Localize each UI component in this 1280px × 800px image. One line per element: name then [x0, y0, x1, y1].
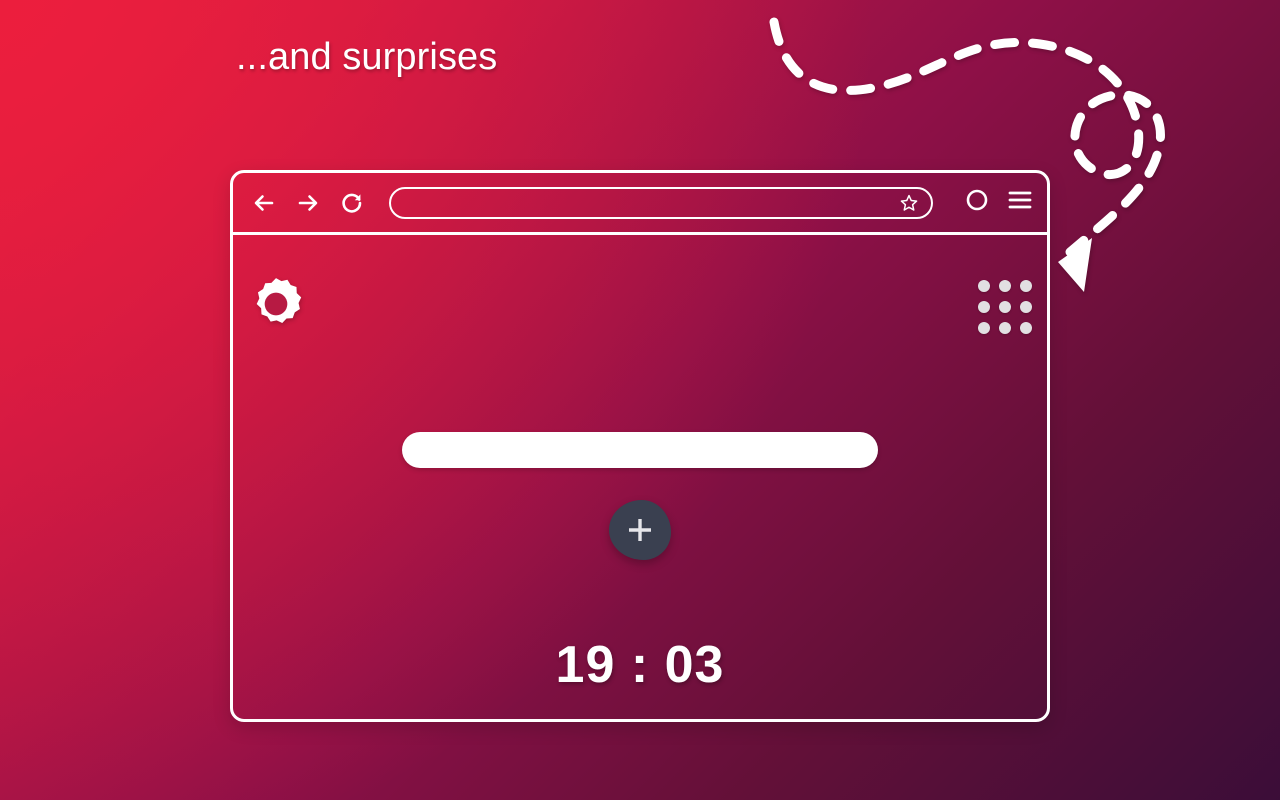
arrowhead [1058, 238, 1092, 292]
grid-dot [1020, 301, 1032, 313]
arrow-right-icon [298, 194, 318, 211]
apps-grid-icon[interactable] [978, 280, 1032, 334]
toolbar-right-group [947, 188, 1033, 217]
browser-window: 19 : 03 [230, 170, 1050, 722]
gear-icon[interactable] [247, 275, 305, 333]
url-bar[interactable] [389, 186, 933, 219]
arrow-left-icon [254, 194, 274, 211]
grid-dot [1020, 280, 1032, 292]
plus-icon [629, 519, 651, 541]
hamburger-menu-icon[interactable] [1007, 189, 1033, 216]
search-input[interactable] [402, 432, 878, 468]
grid-dot [999, 301, 1011, 313]
new-tab-page: 19 : 03 [233, 235, 1047, 719]
grid-dot [1020, 322, 1032, 334]
page-title: ...and surprises [236, 36, 498, 78]
clock-display: 19 : 03 [555, 636, 725, 694]
browser-toolbar [233, 173, 1047, 235]
back-button[interactable] [247, 186, 281, 220]
reload-icon [342, 193, 362, 213]
forward-button[interactable] [291, 186, 325, 220]
grid-dot [999, 322, 1011, 334]
grid-dot [999, 280, 1011, 292]
grid-dot [978, 280, 990, 292]
grid-dot [978, 301, 990, 313]
bookmark-star-icon[interactable] [899, 193, 919, 213]
reload-button[interactable] [335, 186, 369, 220]
grid-dot [978, 322, 990, 334]
add-shortcut-button[interactable] [609, 500, 671, 560]
profile-circle-icon[interactable] [965, 188, 989, 217]
slide-canvas: ...and surprises 19: 03 [0, 0, 1280, 800]
